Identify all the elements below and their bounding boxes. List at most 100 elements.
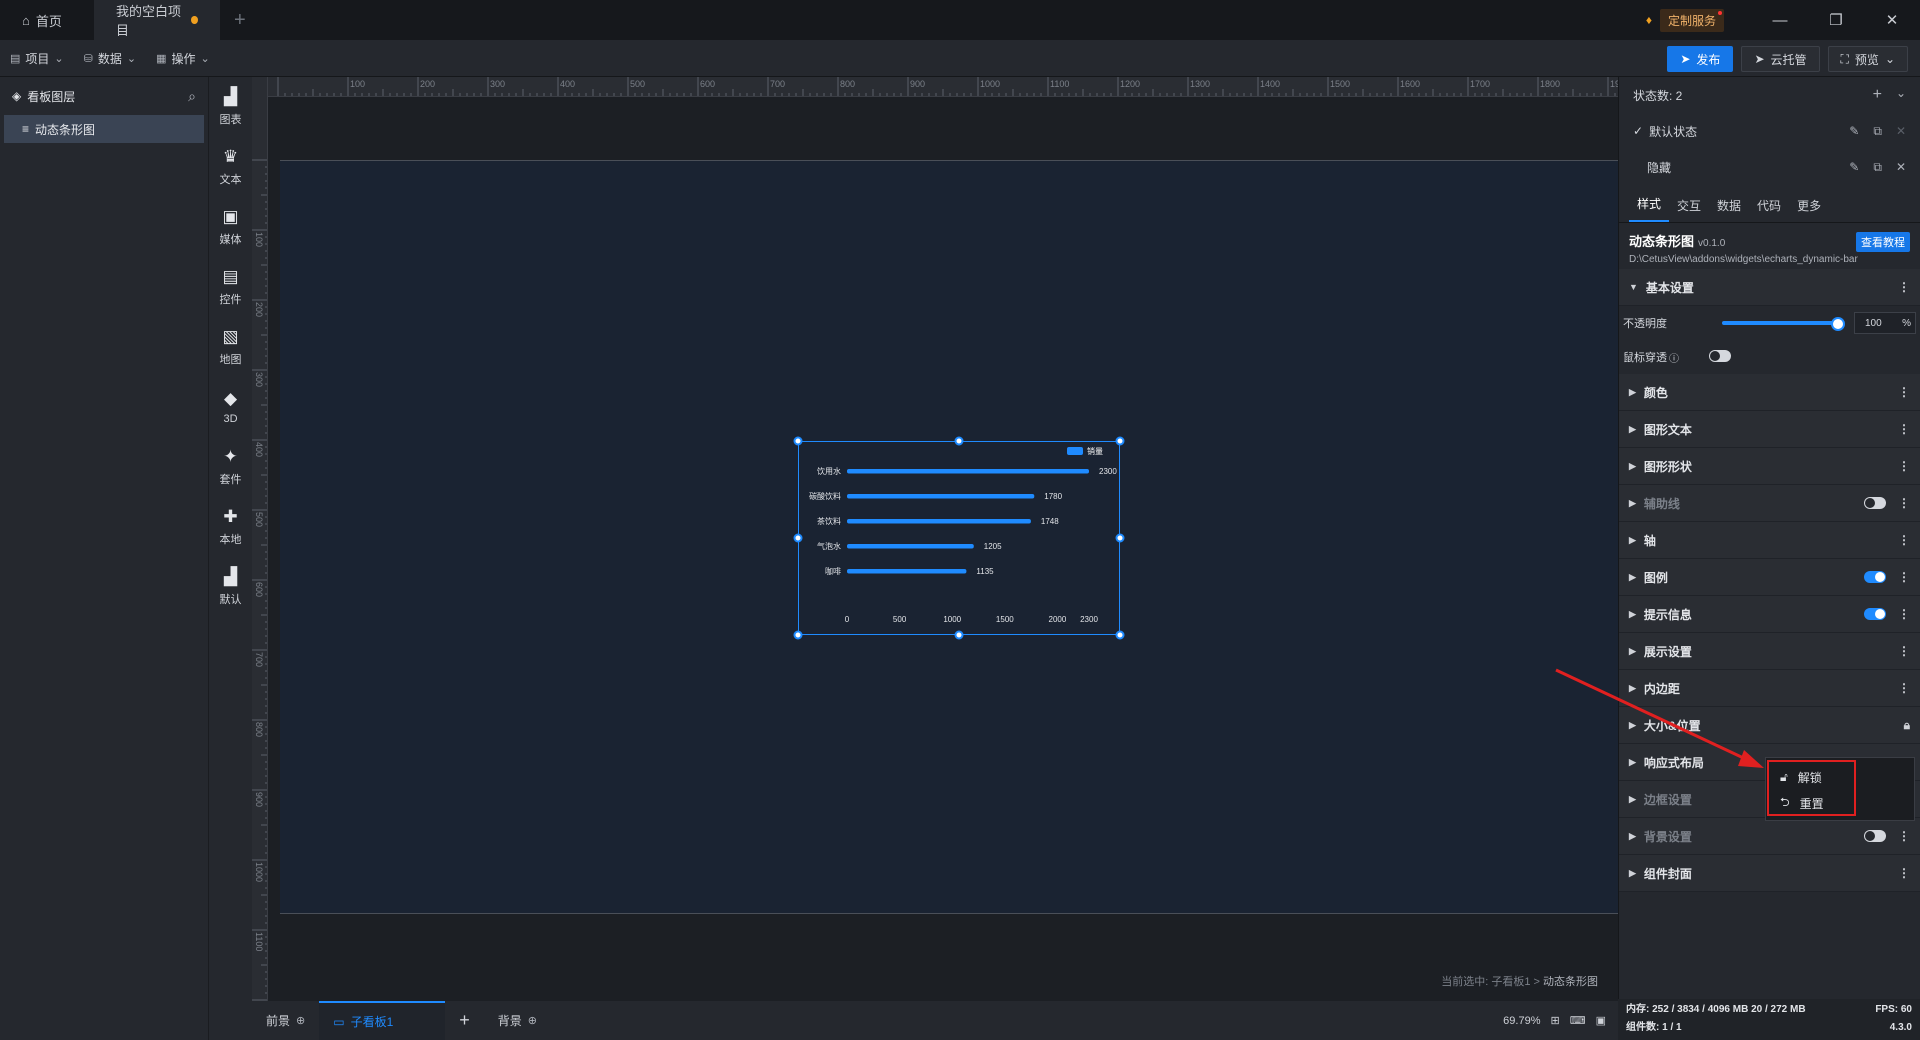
section-size-position[interactable]: ▶ 大小&位置 🔒︎ bbox=[1619, 707, 1920, 744]
delete-icon[interactable]: ✕ bbox=[1896, 160, 1906, 175]
section-basic-label: 基本设置 bbox=[1645, 280, 1694, 295]
cloud-host-button[interactable]: ➤ 云托管 bbox=[1741, 46, 1820, 72]
section-axis[interactable]: ▶ 轴 ⋮ bbox=[1619, 522, 1920, 559]
fit-screen-icon[interactable]: ⊞ bbox=[1550, 1014, 1559, 1027]
tab-data[interactable]: 数据 bbox=[1709, 197, 1749, 222]
add-tab-icon[interactable]: + bbox=[234, 9, 246, 32]
opacity-input[interactable]: 100 % bbox=[1854, 312, 1916, 334]
chevron-down-icon[interactable]: ⌄ bbox=[1896, 86, 1906, 104]
custom-service-button[interactable]: 定制服务 bbox=[1659, 8, 1724, 32]
section-basic[interactable]: ▼ 基本设置 ⋮ bbox=[1619, 269, 1920, 306]
state-default-row[interactable]: ✓ 默认状态 ✎ ⧉ ✕ bbox=[1619, 113, 1920, 149]
more-vert-icon[interactable]: ⋮ bbox=[1898, 681, 1910, 695]
dashboard-board[interactable]: 销量 饮用水 2300 碳酸饮料 1780 茶饮料 1748 气泡水 1205 咖啡 1135 0 50… bbox=[280, 160, 1618, 914]
add-board-button[interactable]: + bbox=[445, 1001, 484, 1040]
more-vert-icon[interactable]: ⋮ bbox=[1898, 607, 1910, 621]
lock-icon[interactable]: 🔒︎ bbox=[1904, 718, 1910, 733]
canvas-area[interactable]: 销量 饮用水 2300 碳酸饮料 1780 茶饮料 1748 气泡水 1205 咖啡 1135 0 50… bbox=[268, 97, 1618, 1001]
edit-icon[interactable]: ✎ bbox=[1849, 160, 1859, 175]
section-tooltip[interactable]: ▶ 提示信息 ⋮ bbox=[1619, 596, 1920, 633]
section-cover[interactable]: ▶ 组件封面 ⋮ bbox=[1619, 855, 1920, 892]
publish-button[interactable]: ➤ 发布 bbox=[1667, 46, 1734, 72]
menu-operate[interactable]: ▦ 操作 ⌄ bbox=[146, 40, 220, 77]
preview-button[interactable]: ⛶ 预览 ⌄ bbox=[1827, 46, 1908, 72]
delete-icon[interactable]: ✕ bbox=[1896, 124, 1906, 139]
minimize-icon[interactable]: — bbox=[1752, 12, 1808, 29]
more-vert-icon[interactable]: ⋮ bbox=[1898, 280, 1910, 294]
section-legend[interactable]: ▶ 图例 ⋮ bbox=[1619, 559, 1920, 596]
keyboard-icon[interactable]: ⌨ bbox=[1570, 1014, 1586, 1027]
terminal-icon[interactable]: ▣ bbox=[1596, 1014, 1606, 1027]
section-background[interactable]: ▶ 背景设置 ⋮ bbox=[1619, 818, 1920, 855]
tool-map[interactable]: ▧ 地图 bbox=[209, 317, 252, 377]
edit-icon[interactable]: ✎ bbox=[1849, 124, 1859, 139]
more-vert-icon[interactable]: ⋮ bbox=[1898, 459, 1910, 473]
close-window-icon[interactable]: ✕ bbox=[1864, 11, 1920, 29]
resize-handle-bl[interactable] bbox=[793, 630, 803, 640]
opacity-slider[interactable] bbox=[1722, 317, 1845, 331]
more-vert-icon[interactable]: ⋮ bbox=[1898, 496, 1910, 510]
tab-background[interactable]: 背景 ⊕ bbox=[484, 1001, 551, 1040]
ruler-label: 300 bbox=[254, 372, 264, 388]
legend-toggle[interactable] bbox=[1864, 571, 1886, 583]
section-color[interactable]: ▶ 颜色 ⋮ bbox=[1619, 374, 1920, 411]
tab-foreground[interactable]: 前景 ⊕ bbox=[252, 1001, 319, 1040]
zoom-level[interactable]: 69.79% bbox=[1503, 1015, 1540, 1027]
resize-handle-l[interactable] bbox=[793, 533, 803, 543]
section-padding[interactable]: ▶ 内边距 ⋮ bbox=[1619, 670, 1920, 707]
tool-kit[interactable]: ✦ 套件 bbox=[209, 437, 252, 497]
section-guide[interactable]: ▶ 辅助线 ⋮ bbox=[1619, 485, 1920, 522]
section-shape-text[interactable]: ▶ 图形文本 ⋮ bbox=[1619, 411, 1920, 448]
tool-label: 地图 bbox=[219, 354, 242, 366]
tool-control[interactable]: ▤ 控件 bbox=[209, 257, 252, 317]
tool-text[interactable]: ♛ 文本 bbox=[209, 137, 252, 197]
more-vert-icon[interactable]: ⋮ bbox=[1898, 829, 1910, 843]
resize-handle-br[interactable] bbox=[1115, 630, 1125, 640]
project-tab[interactable]: 我的空白项目 bbox=[94, 0, 220, 40]
add-state-icon[interactable]: + bbox=[1873, 86, 1882, 104]
tab-more[interactable]: 更多 bbox=[1789, 197, 1829, 222]
tutorial-button[interactable]: 查看教程 bbox=[1856, 232, 1910, 252]
tool-media[interactable]: ▣ 媒体 bbox=[209, 197, 252, 257]
tool-default[interactable]: ▟ 默认 bbox=[209, 557, 252, 617]
more-vert-icon[interactable]: ⋮ bbox=[1898, 385, 1910, 399]
more-vert-icon[interactable]: ⋮ bbox=[1898, 422, 1910, 436]
background-toggle[interactable] bbox=[1864, 830, 1886, 842]
resize-handle-r[interactable] bbox=[1115, 533, 1125, 543]
copy-icon[interactable]: ⧉ bbox=[1873, 124, 1882, 139]
menu-project[interactable]: ▤ 项目 ⌄ bbox=[0, 40, 74, 77]
tool-local[interactable]: ✚ 本地 bbox=[209, 497, 252, 557]
tool-label: 套件 bbox=[219, 474, 242, 486]
search-icon[interactable]: ⌕ bbox=[188, 88, 196, 105]
layer-item-label: 动态条形图 bbox=[35, 122, 96, 137]
restore-icon[interactable]: ❐ bbox=[1808, 11, 1864, 29]
more-vert-icon[interactable]: ⋮ bbox=[1898, 533, 1910, 547]
tab-subboard[interactable]: ▭ 子看板1 bbox=[319, 1001, 446, 1040]
tool-chart[interactable]: ▟ 图表 bbox=[209, 77, 252, 137]
more-vert-icon[interactable]: ⋮ bbox=[1898, 866, 1910, 880]
state-hidden-row[interactable]: 隐藏 ✎ ⧉ ✕ bbox=[1619, 149, 1920, 185]
more-vert-icon[interactable]: ⋮ bbox=[1898, 570, 1910, 584]
section-shape[interactable]: ▶ 图形形状 ⋮ bbox=[1619, 448, 1920, 485]
resize-handle-t[interactable] bbox=[954, 436, 964, 446]
section-display[interactable]: ▶ 展示设置 ⋮ bbox=[1619, 633, 1920, 670]
home-tab[interactable]: ⌂ 首页 bbox=[0, 0, 94, 40]
tool-3d[interactable]: ◆ 3D bbox=[209, 377, 252, 437]
tooltip-toggle[interactable] bbox=[1864, 608, 1886, 620]
resize-handle-tl[interactable] bbox=[793, 436, 803, 446]
add-circle-icon[interactable]: ⊕ bbox=[296, 1014, 305, 1027]
add-circle-icon[interactable]: ⊕ bbox=[528, 1014, 537, 1027]
guide-toggle[interactable] bbox=[1864, 497, 1886, 509]
tab-style[interactable]: 样式 bbox=[1629, 195, 1670, 222]
resize-handle-tr[interactable] bbox=[1115, 436, 1125, 446]
bar-chart-widget[interactable]: 销量 饮用水 2300 碳酸饮料 1780 茶饮料 1748 气泡水 1205 咖啡 1135 0 50… bbox=[798, 441, 1120, 635]
tab-code[interactable]: 代码 bbox=[1749, 197, 1789, 222]
menu-data[interactable]: ⛁ 数据 ⌄ bbox=[74, 40, 146, 77]
vip-gem-icon: ♦ bbox=[1645, 13, 1652, 27]
copy-icon[interactable]: ⧉ bbox=[1873, 160, 1882, 175]
mouse-through-toggle[interactable] bbox=[1709, 349, 1731, 362]
tab-interaction[interactable]: 交互 bbox=[1669, 197, 1709, 222]
resize-handle-b[interactable] bbox=[954, 630, 964, 640]
layer-item[interactable]: ≡ 动态条形图 bbox=[4, 115, 204, 143]
more-vert-icon[interactable]: ⋮ bbox=[1898, 644, 1910, 658]
